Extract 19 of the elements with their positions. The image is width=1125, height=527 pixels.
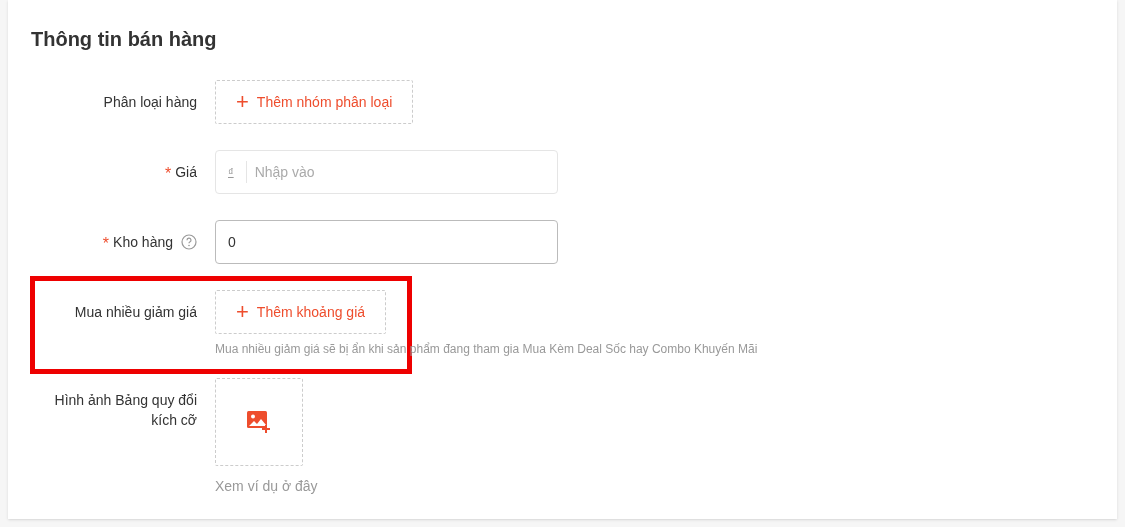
section-title: Thông tin bán hàng bbox=[31, 27, 218, 52]
price-input[interactable]: Nhập vào bbox=[246, 161, 557, 183]
required-asterisk: * bbox=[164, 164, 172, 184]
field-label: Phân loại hàng bbox=[103, 93, 197, 112]
field-label: Giá bbox=[175, 163, 197, 182]
add-button[interactable]: + Thêm khoảng giá bbox=[215, 290, 387, 334]
plus-icon: + bbox=[236, 91, 249, 113]
stock-field[interactable]: 0 bbox=[215, 220, 558, 264]
example-link[interactable]: Xem ví dụ ở đây bbox=[215, 476, 318, 497]
field-label: Kho hàng bbox=[113, 233, 173, 252]
price-field[interactable]: ₫ Nhập vào bbox=[215, 150, 558, 194]
help-icon[interactable] bbox=[181, 234, 197, 250]
field-label: Mua nhiều giảm giá bbox=[74, 303, 197, 322]
add-image-icon bbox=[246, 410, 272, 434]
field-label: Hình ảnh Bảng quy đổi kích cỡ bbox=[53, 391, 197, 430]
add-button[interactable]: + Thêm nhóm phân loại bbox=[215, 80, 414, 124]
image-upload-button[interactable] bbox=[215, 378, 303, 466]
required-asterisk: * bbox=[102, 234, 110, 254]
plus-icon: + bbox=[236, 301, 249, 323]
